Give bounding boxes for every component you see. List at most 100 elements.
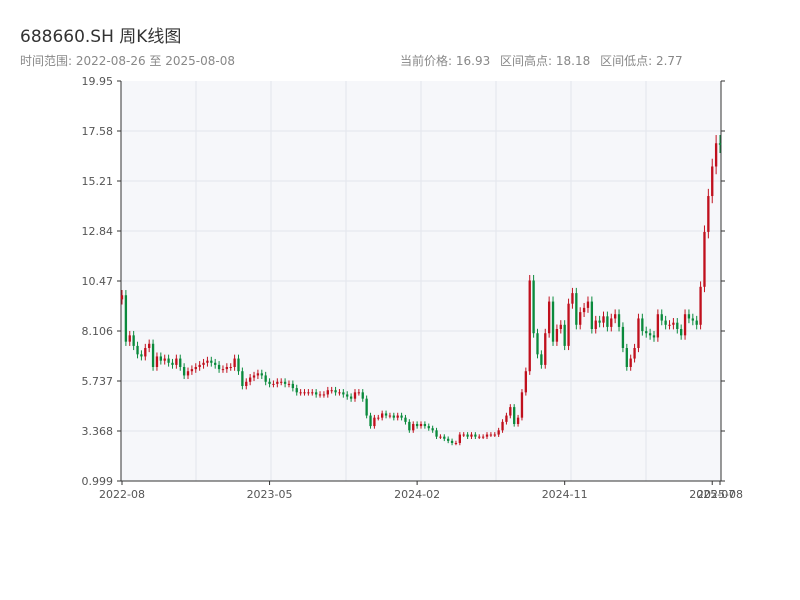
candle-body bbox=[625, 348, 628, 368]
candle-body bbox=[621, 326, 625, 349]
candle-body bbox=[303, 392, 306, 394]
candle-body bbox=[652, 335, 656, 338]
candle-body bbox=[520, 392, 524, 418]
candle-body bbox=[617, 314, 621, 327]
candle-body bbox=[536, 333, 539, 355]
candle-body bbox=[202, 362, 205, 365]
candle-body bbox=[637, 318, 640, 349]
candle-body bbox=[505, 415, 508, 422]
candle-body bbox=[373, 417, 376, 427]
candle-body bbox=[563, 324, 566, 346]
candle-body bbox=[497, 430, 500, 435]
candle-body bbox=[648, 333, 652, 336]
y-tick-label: 17.58 bbox=[82, 125, 114, 138]
candle-body bbox=[691, 318, 694, 321]
candle-body bbox=[676, 322, 679, 330]
candle-body bbox=[714, 143, 718, 167]
candle-body bbox=[408, 421, 411, 431]
candle-body bbox=[544, 333, 547, 365]
candle-body bbox=[346, 394, 349, 397]
candle-body bbox=[148, 343, 151, 349]
candle-body bbox=[516, 417, 520, 424]
candle-body bbox=[260, 373, 263, 376]
candle-body bbox=[272, 383, 275, 385]
candle-body bbox=[458, 434, 461, 443]
candle-body bbox=[381, 413, 384, 418]
candle-body bbox=[194, 367, 197, 370]
candle-body bbox=[509, 407, 512, 416]
candle-body bbox=[489, 434, 493, 436]
candle-body bbox=[392, 415, 395, 418]
candle-body bbox=[551, 301, 555, 342]
x-tick-label: 2022-08 bbox=[99, 488, 145, 501]
y-tick-label: 15.21 bbox=[82, 175, 114, 188]
candle-body bbox=[245, 381, 248, 386]
candle-body bbox=[466, 434, 469, 437]
candle-body bbox=[447, 438, 450, 441]
y-tick-label: 19.95 bbox=[82, 75, 114, 88]
candle-body bbox=[633, 348, 636, 359]
candle-body bbox=[415, 423, 419, 427]
candle-body bbox=[318, 394, 322, 396]
candle-body bbox=[711, 166, 714, 197]
candle-body bbox=[513, 407, 516, 424]
candle-body bbox=[241, 371, 244, 386]
y-tick-label: 8.106 bbox=[82, 325, 114, 338]
candle-body bbox=[703, 231, 706, 287]
candle-body bbox=[365, 398, 368, 416]
y-tick-label: 12.84 bbox=[82, 225, 114, 238]
candle-body bbox=[132, 335, 135, 346]
candle-body bbox=[575, 293, 578, 325]
candle-body bbox=[656, 314, 660, 338]
candle-body bbox=[167, 358, 170, 363]
candle-body bbox=[334, 390, 337, 393]
candle-body bbox=[140, 354, 143, 357]
candle-body bbox=[233, 358, 236, 368]
candle-body bbox=[470, 434, 473, 437]
candle-body bbox=[136, 345, 139, 355]
candle-body bbox=[330, 390, 333, 392]
candle-body bbox=[326, 390, 329, 395]
candle-body bbox=[291, 383, 295, 389]
candle-body bbox=[613, 314, 617, 319]
candle-body bbox=[175, 358, 178, 365]
candle-body bbox=[155, 356, 159, 368]
candle-body bbox=[314, 392, 318, 395]
candle-body bbox=[276, 381, 279, 384]
candle-body bbox=[210, 360, 213, 363]
candle-body bbox=[214, 362, 217, 365]
candle-body bbox=[668, 324, 671, 326]
candle-body bbox=[699, 286, 702, 325]
candle-body bbox=[206, 360, 209, 363]
candle-body bbox=[163, 358, 166, 361]
candle-body bbox=[481, 436, 485, 438]
candle-body bbox=[144, 348, 147, 357]
candle-body bbox=[357, 392, 361, 394]
candle-body bbox=[283, 381, 287, 384]
candle-body bbox=[641, 318, 644, 332]
candle-body bbox=[159, 356, 162, 361]
candle-body bbox=[419, 423, 423, 427]
candle-body bbox=[353, 392, 357, 399]
candle-body bbox=[602, 316, 605, 323]
candle-body bbox=[182, 367, 186, 376]
candle-body bbox=[435, 430, 438, 437]
candle-body bbox=[307, 392, 310, 394]
candle-body bbox=[450, 440, 454, 443]
candle-body bbox=[532, 280, 535, 334]
candle-body bbox=[198, 364, 201, 368]
candle-body bbox=[252, 375, 256, 378]
candle-body bbox=[579, 312, 582, 325]
y-tick-label: 3.368 bbox=[82, 425, 114, 438]
candle-body bbox=[225, 367, 229, 370]
candle-body bbox=[221, 369, 225, 371]
candlestick-chart: 19.95 17.58 15.21 12.84 10.47 8.106 5.737 3.368… bbox=[82, 75, 743, 501]
candle-body bbox=[128, 335, 131, 342]
candle-body bbox=[664, 320, 667, 325]
candle-body bbox=[396, 415, 399, 418]
candle-body bbox=[547, 301, 551, 334]
candle-body bbox=[311, 392, 314, 394]
candle-body bbox=[190, 369, 194, 372]
candle-body bbox=[610, 318, 613, 327]
candle-body bbox=[454, 442, 458, 444]
